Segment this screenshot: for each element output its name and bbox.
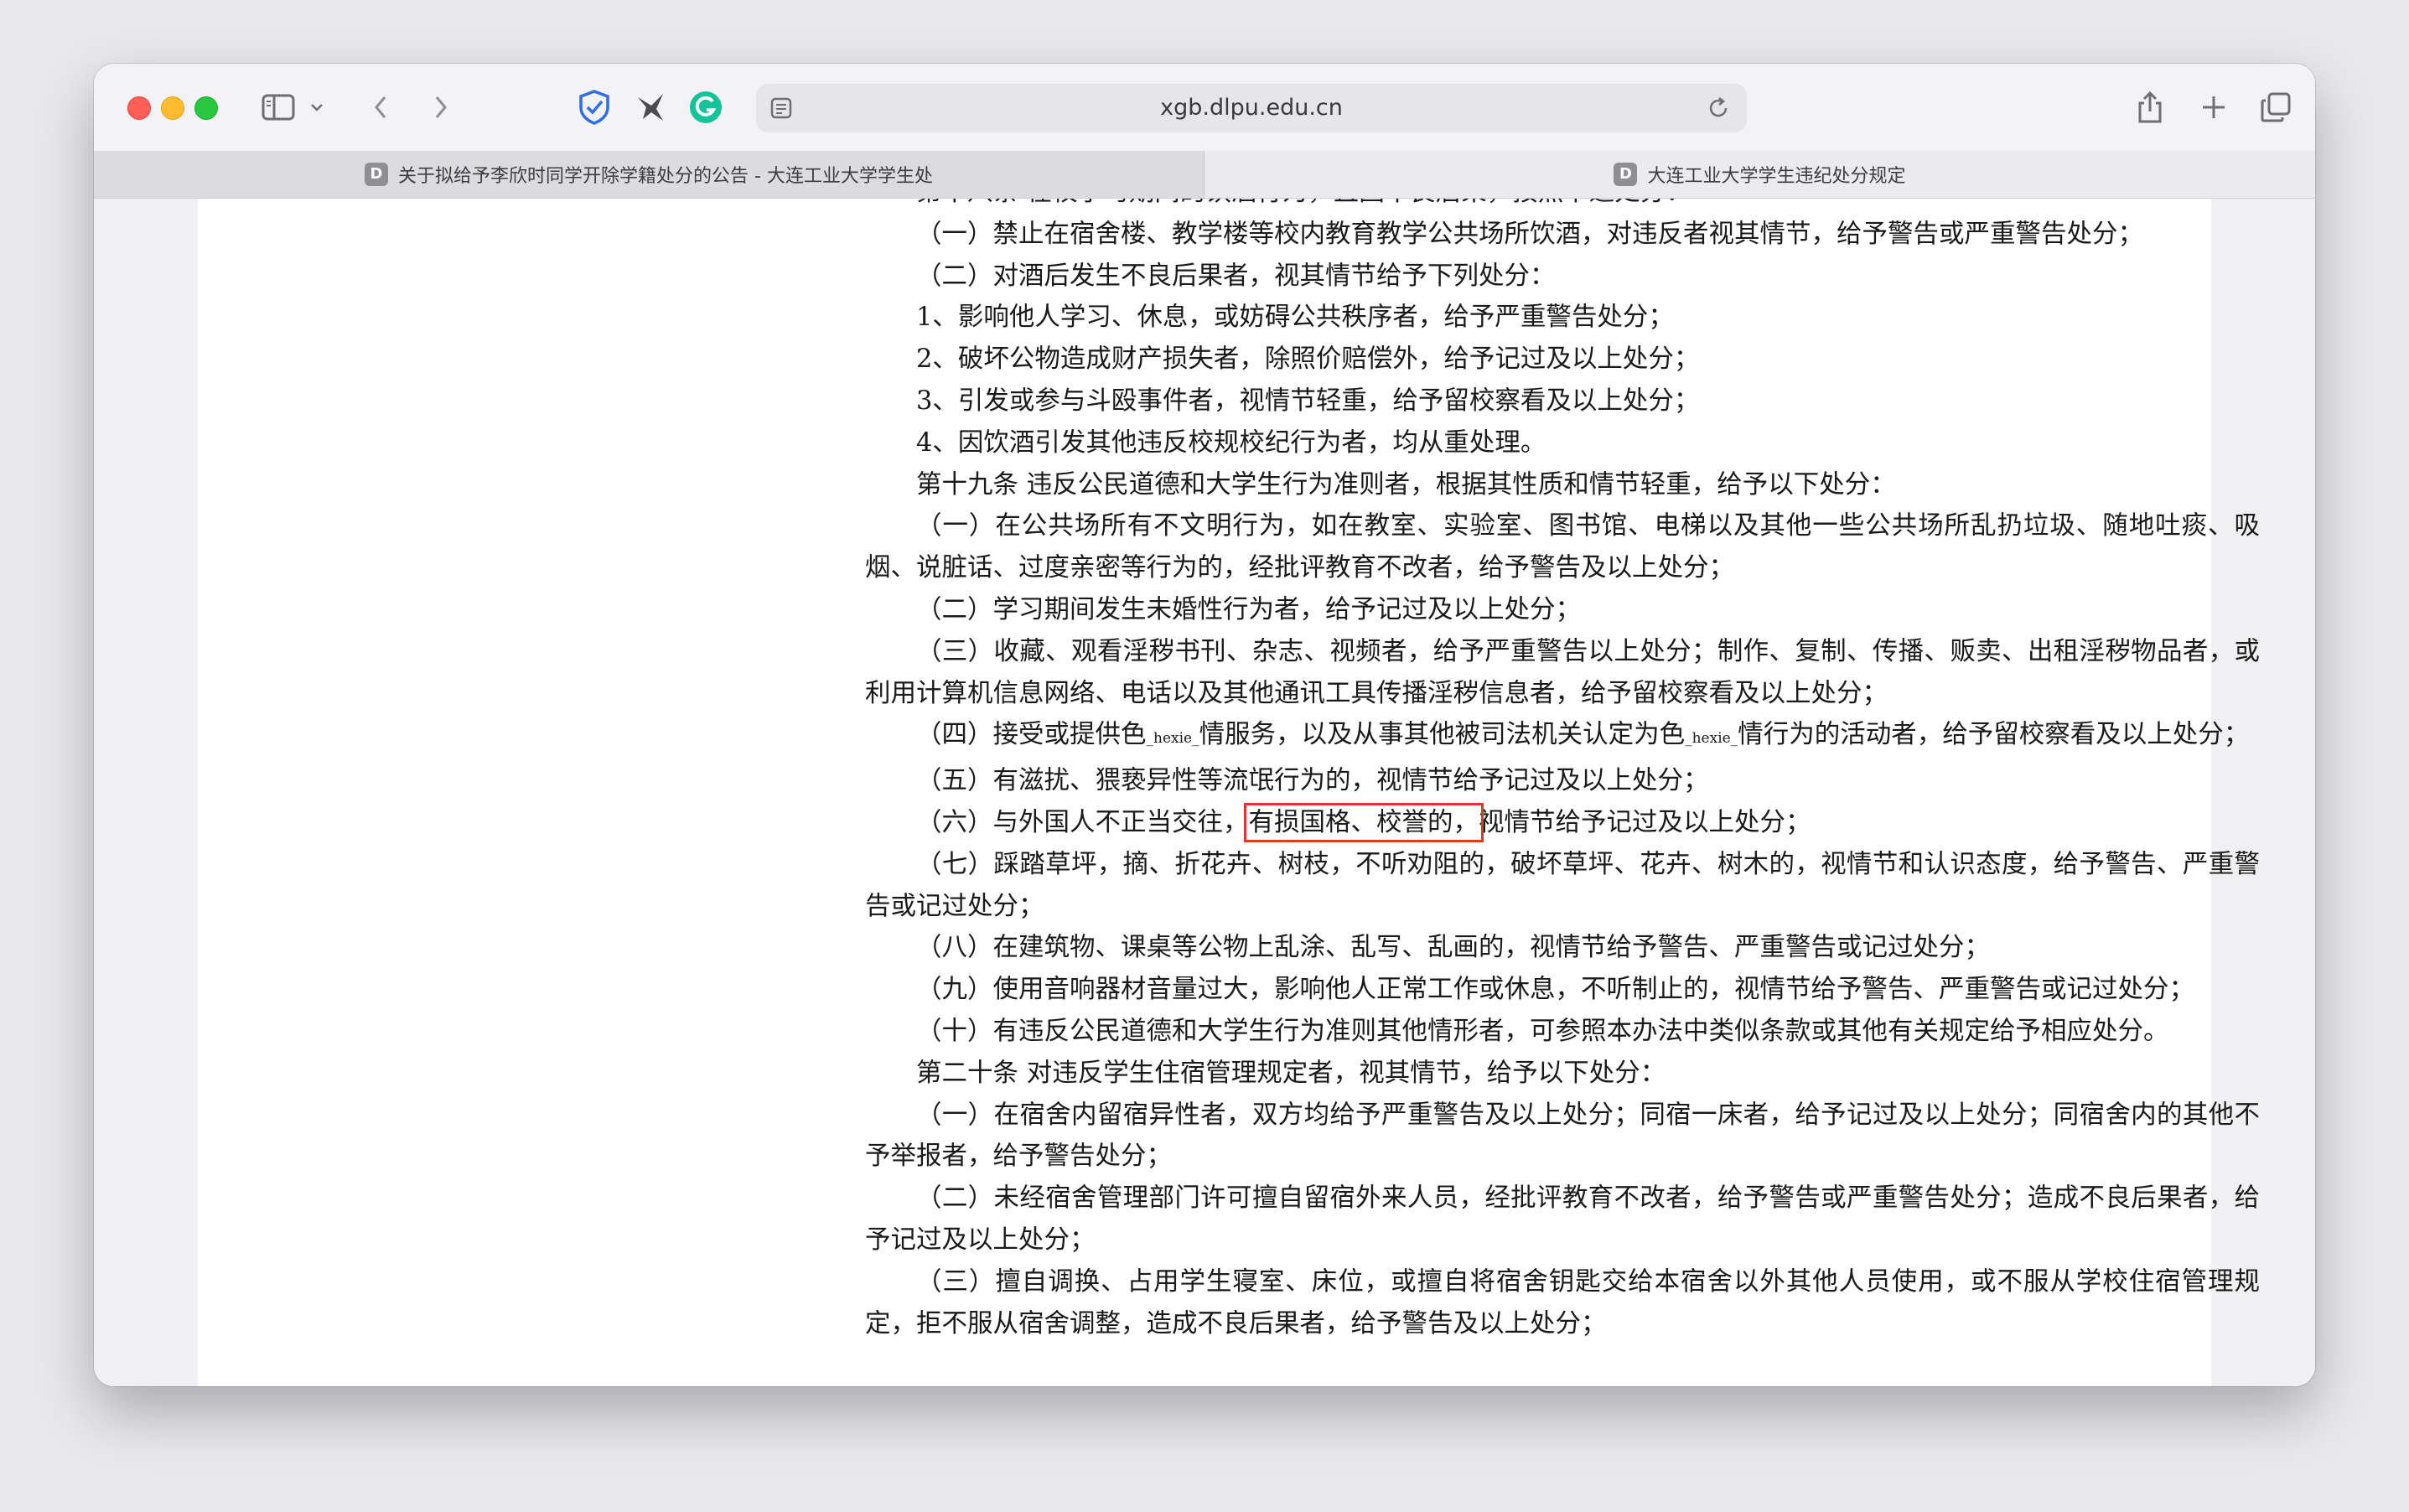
text-line: （九）使用音响器材音量过大，影响他人正常工作或休息，不听制止的，视情节给予警告、… (916, 975, 2194, 1005)
text-segment: _hexie_ (1685, 730, 1738, 748)
text-segment: （六）与外国人不正当交往， (916, 807, 1249, 837)
text-line: （五）有滋扰、猥亵异性等流氓行为的，视情节给予记过及以上处分； (916, 766, 1709, 796)
text-line: （七）踩踏草坪，摘、折花卉、树枝，不听劝阻的，破坏草坪、花卉、树木的，视情节和认… (865, 849, 2260, 921)
grammarly-extension-icon[interactable] (686, 84, 726, 131)
bird-extension-icon[interactable] (632, 84, 671, 131)
text-line: （一）在宿舍内留宿异性者，双方均给予严重警告及以上处分；同宿一床者，给予记过及以… (865, 1100, 2260, 1172)
text-line: （二）未经宿舍管理部门许可擅自留宿外来人员，经批评教育不改者，给予警告或严重警告… (865, 1183, 2260, 1255)
text-segment: （四）接受或提供色 (916, 720, 1147, 750)
text-line: （一）禁止在宿舍楼、教学楼等校内教育教学公共场所饮酒，对违反者视其情节，给予警告… (916, 219, 2143, 249)
web-content[interactable]: 第十八条 在校学习期间的饮酒行为，且因不良后果，按照下述处分： （一）禁止在宿舍… (94, 199, 2315, 1386)
minimize-window-button[interactable] (161, 96, 184, 120)
text-segment: 情服务，以及从事其他被司法机关认定为色 (1199, 720, 1686, 750)
text-line: （四）接受或提供色_hexie_情服务，以及从事其他被司法机关认定为色_hexi… (865, 714, 2260, 760)
text-line: （一）在公共场所有不文明行为，如在教室、实验室、图书馆、电梯以及其他一些公共场所… (865, 511, 2260, 583)
text-segment: _hexie_ (1146, 730, 1199, 748)
url-text[interactable]: xgb.dlpu.edu.cn (756, 84, 1747, 132)
back-arrow-icon[interactable] (364, 84, 397, 131)
document-page: 第十八条 在校学习期间的饮酒行为，且因不良后果，按照下述处分： （一）禁止在宿舍… (198, 199, 2260, 1386)
tab-overview-icon[interactable] (2256, 84, 2295, 131)
text-segment: 情行为的活动者，给予留校察看及以上处分； (1738, 720, 2250, 750)
text-line: 1、影响他人学习、休息，或妨碍公共秩序者，给予严重警告处分； (916, 303, 1674, 333)
text-line: （六）与外国人不正当交往，有损国格、校誉的，视情节给予记过及以上处分； (865, 802, 2260, 844)
text-line: （二）对酒后发生不良后果者，视其情节给予下列处分： (916, 261, 1556, 291)
text-line: 3、引发或参与斗殴事件者，视情节轻重，给予留校察看及以上处分； (916, 386, 1700, 416)
address-bar[interactable]: xgb.dlpu.edu.cn (756, 84, 1747, 132)
text-line: （三）收藏、观看淫秽书刊、杂志、视频者，给予严重警告以上处分；制作、复制、传播、… (865, 636, 2260, 708)
text-line: （三）擅自调换、占用学生寝室、床位，或擅自将宿舍钥匙交给本宿舍以外其他人员使用，… (865, 1266, 2260, 1339)
sidebar-toggle-icon[interactable] (258, 84, 298, 131)
forward-arrow-icon[interactable] (424, 84, 458, 131)
share-icon[interactable] (2131, 84, 2169, 131)
browser-window: xgb.dlpu.edu.cn D 关于拟给予李欣时同学开除学籍处分的公告 - … (94, 64, 2315, 1386)
text-line: （八）在建筑物、课桌等公物上乱涂、乱写、乱画的，视情节给予警告、严重警告或记过处… (916, 933, 1990, 963)
text-line: 4、因饮酒引发其他违反校规校纪行为者，均从重处理。 (916, 427, 1546, 458)
site-favicon-icon: D (1614, 163, 1638, 186)
highlighted-phrase: 有损国格、校誉的， (1243, 802, 1484, 842)
reload-icon[interactable] (1700, 85, 1737, 131)
text-line: 第十八条 在校学习期间的饮酒行为，且因不良后果，按照下述处分： (865, 199, 2260, 214)
shield-extension-icon[interactable] (575, 84, 614, 131)
zoom-window-button[interactable] (194, 96, 218, 120)
tab-regulations[interactable]: D 大连工业大学学生违纪处分规定 (1204, 151, 2315, 198)
text-segment: 视情节给予记过及以上处分； (1479, 807, 1811, 837)
browser-toolbar: xgb.dlpu.edu.cn (94, 64, 2315, 152)
new-tab-plus-icon[interactable] (2194, 84, 2233, 131)
tab-bar: D 关于拟给予李欣时同学开除学籍处分的公告 - 大连工业大学学生处 D 大连工业… (94, 151, 2315, 199)
tab-announcement[interactable]: D 关于拟给予李欣时同学开除学籍处分的公告 - 大连工业大学学生处 (94, 151, 1204, 198)
article-19-heading: 第十九条 违反公民道德和大学生行为准则者，根据其性质和情节轻重，给予以下处分： (916, 469, 1896, 500)
regulation-text: 第十八条 在校学习期间的饮酒行为，且因不良后果，按照下述处分： （一）禁止在宿舍… (865, 199, 2260, 1344)
close-window-button[interactable] (127, 96, 151, 120)
text-line: （十）有违反公民道德和大学生行为准则其他情形者，可参照本办法中类似条款或其他有关… (916, 1016, 2169, 1046)
text-line: （二）学习期间发生未婚性行为者，给予记过及以上处分； (916, 594, 1581, 624)
tab-title: 关于拟给予李欣时同学开除学籍处分的公告 - 大连工业大学学生处 (398, 166, 933, 187)
site-favicon-icon: D (365, 163, 389, 186)
article-20-heading: 第二十条 对违反学生住宿管理规定者，视其情节，给予以下处分： (916, 1058, 1666, 1088)
text-line: 2、破坏公物造成财产损失者，除照价赔偿外，给予记过及以上处分； (916, 344, 1700, 375)
chevron-down-icon[interactable] (307, 84, 327, 131)
tab-title: 大连工业大学学生违纪处分规定 (1647, 166, 1906, 187)
